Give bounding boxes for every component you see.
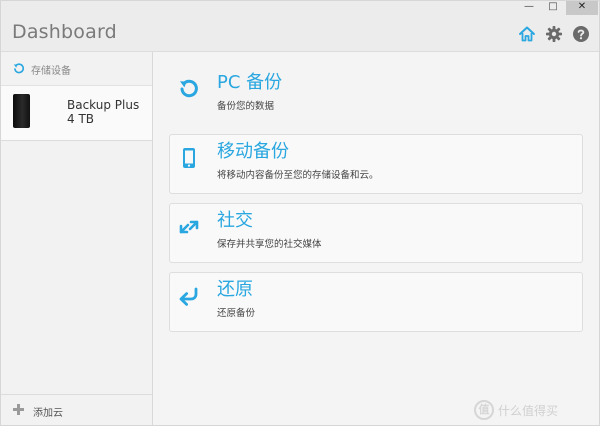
gear-icon[interactable]: [545, 25, 563, 43]
pc-backup-card[interactable]: PC 备份 备份您的数据: [169, 65, 583, 125]
watermark-text: 什么值得买: [498, 403, 559, 418]
refresh-icon: [13, 63, 25, 74]
watermark-badge: 值: [474, 400, 494, 420]
hard-drive-icon: [13, 94, 30, 128]
restore-subtitle: 还原备份: [217, 308, 256, 319]
device-item-backup-plus[interactable]: Backup Plus 4 TB: [1, 85, 152, 141]
help-icon[interactable]: [572, 25, 590, 43]
pc-backup-title: PC 备份: [217, 72, 283, 93]
mobile-backup-title: 移动备份: [217, 141, 289, 162]
storage-devices-label: 存储设备: [31, 65, 71, 77]
restore-card[interactable]: 还原 还原备份: [169, 272, 583, 332]
social-subtitle: 保存并共享您的社交媒体: [217, 239, 322, 250]
close-button[interactable]: ✕: [566, 1, 598, 15]
sidebar: 存储设备 Backup Plus 4 TB 添加云: [1, 52, 153, 425]
pc-backup-subtitle: 备份您的数据: [217, 101, 275, 112]
app-window: Dashboard — □ ✕ 存储设备 Backup Plus 4 TB 添加…: [0, 0, 600, 426]
minimize-button[interactable]: —: [518, 1, 540, 15]
mobile-backup-card[interactable]: 移动备份 将移动内容备份至您的存储设备和云。: [169, 134, 583, 194]
backup-icon: [180, 79, 198, 98]
app-title: Dashboard: [12, 21, 117, 43]
share-icon: [179, 220, 199, 234]
mobile-icon: [183, 148, 195, 168]
device-name: Backup Plus: [67, 98, 140, 112]
watermark: 值 什么值得买: [474, 400, 558, 420]
restore-icon: [179, 287, 198, 306]
home-icon[interactable]: [518, 25, 536, 43]
storage-devices-header[interactable]: 存储设备: [13, 61, 71, 77]
add-cloud-label: 添加云: [33, 408, 63, 419]
restore-title: 还原: [217, 279, 253, 300]
social-title: 社交: [217, 210, 253, 231]
add-cloud-button[interactable]: 添加云: [1, 394, 152, 426]
mobile-backup-subtitle: 将移动内容备份至您的存储设备和云。: [217, 170, 379, 181]
plus-icon: [13, 404, 24, 415]
device-capacity: 4 TB: [67, 112, 95, 126]
title-bar: Dashboard — □ ✕: [1, 1, 599, 52]
maximize-button[interactable]: □: [542, 1, 564, 15]
social-card[interactable]: 社交 保存并共享您的社交媒体: [169, 203, 583, 263]
